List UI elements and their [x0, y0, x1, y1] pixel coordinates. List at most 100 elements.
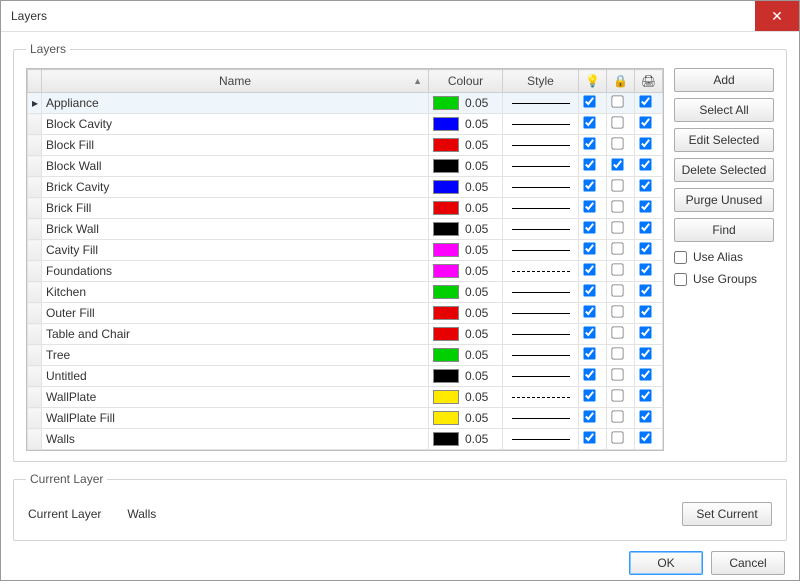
- colour-cell[interactable]: 0.05: [429, 198, 503, 219]
- visible-checkbox[interactable]: [583, 95, 595, 107]
- select-all-button[interactable]: Select All: [674, 98, 774, 122]
- colour-cell[interactable]: 0.05: [429, 114, 503, 135]
- layer-name-cell[interactable]: Brick Wall: [42, 219, 429, 240]
- colour-cell[interactable]: 0.05: [429, 261, 503, 282]
- layer-name-cell[interactable]: Brick Fill: [42, 198, 429, 219]
- table-row[interactable]: Tree0.05: [28, 345, 663, 366]
- style-cell[interactable]: [503, 219, 579, 240]
- style-cell[interactable]: [503, 282, 579, 303]
- locked-checkbox[interactable]: [611, 284, 623, 296]
- col-name[interactable]: Name ▲: [42, 70, 429, 93]
- table-row[interactable]: Brick Wall0.05: [28, 219, 663, 240]
- colour-cell[interactable]: 0.05: [429, 93, 503, 114]
- table-row[interactable]: Walls0.05: [28, 429, 663, 450]
- style-cell[interactable]: [503, 366, 579, 387]
- colour-cell[interactable]: 0.05: [429, 366, 503, 387]
- layer-name-cell[interactable]: Table and Chair: [42, 324, 429, 345]
- table-row[interactable]: ▸Appliance0.05: [28, 93, 663, 114]
- locked-checkbox[interactable]: [611, 137, 623, 149]
- style-cell[interactable]: [503, 261, 579, 282]
- locked-checkbox[interactable]: [611, 389, 623, 401]
- visible-checkbox[interactable]: [583, 158, 595, 170]
- col-visible[interactable]: 💡: [579, 70, 607, 93]
- visible-checkbox[interactable]: [583, 200, 595, 212]
- visible-checkbox[interactable]: [583, 137, 595, 149]
- find-button[interactable]: Find: [674, 218, 774, 242]
- visible-checkbox[interactable]: [583, 179, 595, 191]
- table-row[interactable]: Untitled0.05: [28, 366, 663, 387]
- edit-selected-button[interactable]: Edit Selected: [674, 128, 774, 152]
- visible-checkbox[interactable]: [583, 263, 595, 275]
- layer-name-cell[interactable]: Walls: [42, 429, 429, 450]
- style-cell[interactable]: [503, 240, 579, 261]
- layer-name-cell[interactable]: Foundations: [42, 261, 429, 282]
- layer-name-cell[interactable]: WallPlate Fill: [42, 408, 429, 429]
- col-locked[interactable]: 🔒: [607, 70, 635, 93]
- locked-checkbox[interactable]: [611, 95, 623, 107]
- visible-checkbox[interactable]: [583, 431, 595, 443]
- style-cell[interactable]: [503, 303, 579, 324]
- print-checkbox[interactable]: [639, 137, 651, 149]
- locked-checkbox[interactable]: [611, 200, 623, 212]
- locked-checkbox[interactable]: [611, 221, 623, 233]
- style-cell[interactable]: [503, 408, 579, 429]
- visible-checkbox[interactable]: [583, 284, 595, 296]
- add-button[interactable]: Add: [674, 68, 774, 92]
- table-row[interactable]: Cavity Fill0.05: [28, 240, 663, 261]
- print-checkbox[interactable]: [639, 179, 651, 191]
- locked-checkbox[interactable]: [611, 431, 623, 443]
- col-colour[interactable]: Colour: [429, 70, 503, 93]
- locked-checkbox[interactable]: [611, 368, 623, 380]
- use-groups-option[interactable]: Use Groups: [674, 272, 774, 286]
- table-row[interactable]: Block Cavity0.05: [28, 114, 663, 135]
- print-checkbox[interactable]: [639, 284, 651, 296]
- visible-checkbox[interactable]: [583, 410, 595, 422]
- cancel-button[interactable]: Cancel: [711, 551, 785, 575]
- visible-checkbox[interactable]: [583, 305, 595, 317]
- style-cell[interactable]: [503, 156, 579, 177]
- locked-checkbox[interactable]: [611, 263, 623, 275]
- print-checkbox[interactable]: [639, 221, 651, 233]
- style-cell[interactable]: [503, 387, 579, 408]
- use-groups-checkbox[interactable]: [674, 273, 687, 286]
- visible-checkbox[interactable]: [583, 326, 595, 338]
- layer-name-cell[interactable]: Cavity Fill: [42, 240, 429, 261]
- print-checkbox[interactable]: [639, 263, 651, 275]
- layer-name-cell[interactable]: Tree: [42, 345, 429, 366]
- locked-checkbox[interactable]: [611, 242, 623, 254]
- delete-selected-button[interactable]: Delete Selected: [674, 158, 774, 182]
- style-cell[interactable]: [503, 114, 579, 135]
- locked-checkbox[interactable]: [611, 116, 623, 128]
- ok-button[interactable]: OK: [629, 551, 703, 575]
- locked-checkbox[interactable]: [611, 347, 623, 359]
- table-row[interactable]: Outer Fill0.05: [28, 303, 663, 324]
- colour-cell[interactable]: 0.05: [429, 303, 503, 324]
- visible-checkbox[interactable]: [583, 389, 595, 401]
- layer-name-cell[interactable]: Block Cavity: [42, 114, 429, 135]
- layer-name-cell[interactable]: Appliance: [42, 93, 429, 114]
- print-checkbox[interactable]: [639, 368, 651, 380]
- table-row[interactable]: WallPlate Fill0.05: [28, 408, 663, 429]
- table-row[interactable]: Table and Chair0.05: [28, 324, 663, 345]
- print-checkbox[interactable]: [639, 200, 651, 212]
- print-checkbox[interactable]: [639, 326, 651, 338]
- print-checkbox[interactable]: [639, 431, 651, 443]
- layer-name-cell[interactable]: Block Wall: [42, 156, 429, 177]
- style-cell[interactable]: [503, 345, 579, 366]
- style-cell[interactable]: [503, 93, 579, 114]
- locked-checkbox[interactable]: [611, 158, 623, 170]
- col-style[interactable]: Style: [503, 70, 579, 93]
- col-print[interactable]: 🖨: [635, 70, 663, 93]
- layers-grid[interactable]: Name ▲ Colour Style 💡 🔒 🖨 ▸Appliance0.05…: [26, 68, 664, 451]
- table-row[interactable]: Kitchen0.05: [28, 282, 663, 303]
- table-row[interactable]: WallPlate0.05: [28, 387, 663, 408]
- colour-cell[interactable]: 0.05: [429, 135, 503, 156]
- table-row[interactable]: Foundations0.05: [28, 261, 663, 282]
- table-row[interactable]: Brick Fill0.05: [28, 198, 663, 219]
- visible-checkbox[interactable]: [583, 221, 595, 233]
- colour-cell[interactable]: 0.05: [429, 177, 503, 198]
- print-checkbox[interactable]: [639, 305, 651, 317]
- use-alias-option[interactable]: Use Alias: [674, 250, 774, 264]
- colour-cell[interactable]: 0.05: [429, 219, 503, 240]
- print-checkbox[interactable]: [639, 95, 651, 107]
